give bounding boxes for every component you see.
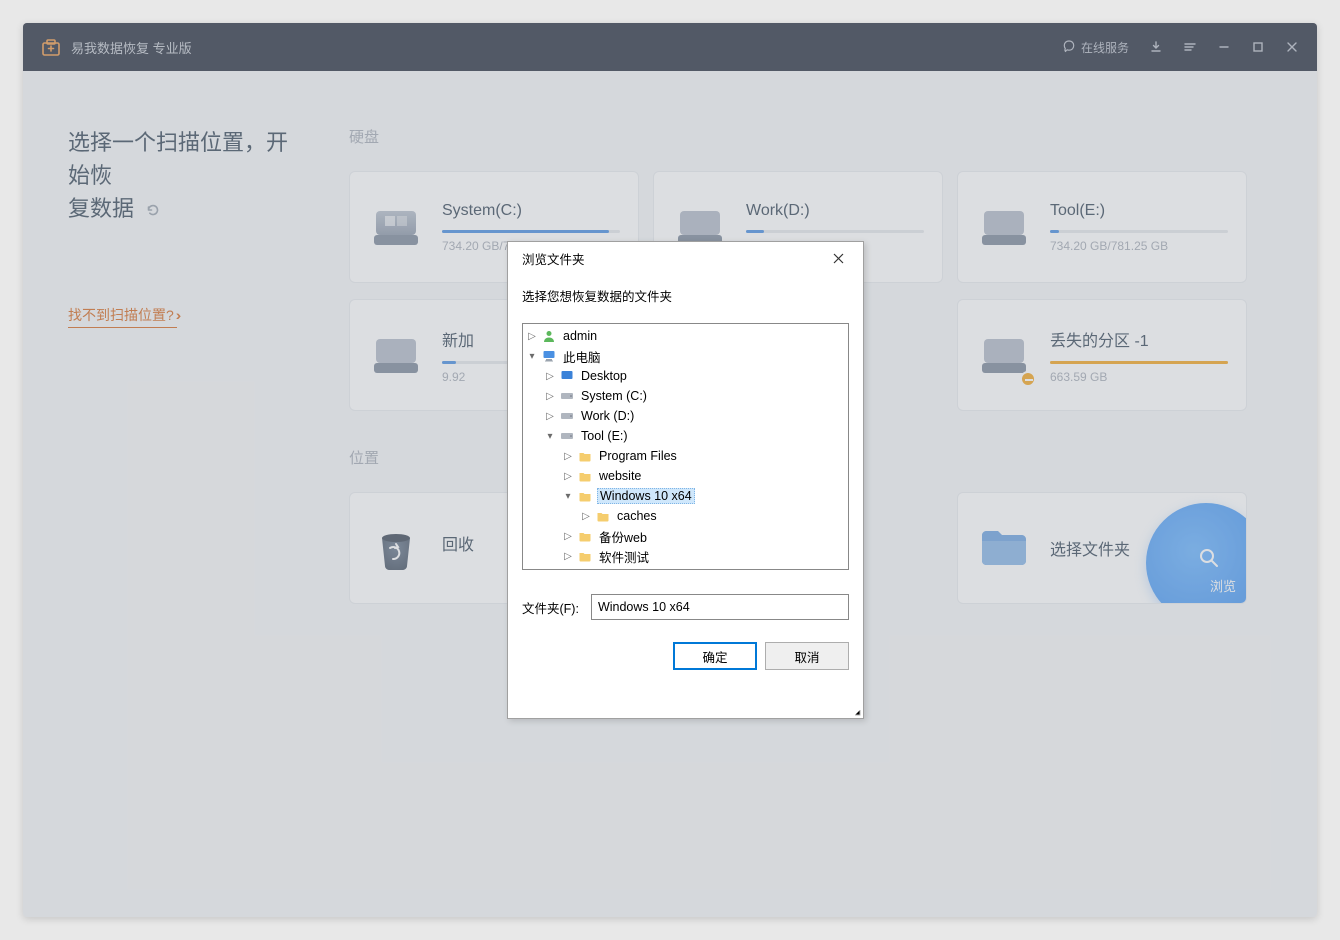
folder-path-input[interactable] [591,594,849,620]
tree-item-caches[interactable]: ▷ caches [523,506,848,526]
expand-icon[interactable]: ▷ [543,389,557,403]
dialog-title: 浏览文件夹 [522,249,585,268]
browse-folder-dialog: 浏览文件夹 选择您想恢复数据的文件夹 ▷ admin ▾ 此电脑 [507,241,864,719]
user-icon [541,328,557,344]
tree-item-admin[interactable]: ▷ admin [523,326,848,346]
folder-tree-scroll[interactable]: ▷ admin ▾ 此电脑 ▷ Desktop [523,324,848,569]
dialog-close-button[interactable] [821,246,855,270]
cancel-button[interactable]: 取消 [765,642,849,670]
dialog-button-row: 确定 取消 [522,642,849,670]
drive-small-icon [559,428,575,444]
tree-item-work-d[interactable]: ▷ Work (D:) [523,406,848,426]
dialog-subtitle: 选择您想恢复数据的文件夹 [508,274,863,323]
collapse-icon[interactable]: ▾ [561,489,575,503]
computer-icon [541,348,557,364]
tree-item-this-pc[interactable]: ▾ 此电脑 [523,346,848,366]
tree-item-backup-web[interactable]: ▷ 备份web [523,526,848,546]
resize-grip-icon[interactable] [849,704,861,716]
folder-small-icon [577,468,593,484]
folder-path-row: 文件夹(F): [522,594,849,620]
collapse-icon[interactable]: ▾ [543,429,557,443]
app-window: 易我数据恢复 专业版 在线服务 选择一个扫描位置，开始恢 复数据 找不到扫描 [23,23,1317,917]
expand-icon[interactable]: ▷ [561,549,575,563]
expand-icon[interactable]: ▷ [525,329,539,343]
tree-item-desktop[interactable]: ▷ Desktop [523,366,848,386]
tree-item-soft-test[interactable]: ▷ 软件测试 [523,546,848,566]
drive-small-icon [559,388,575,404]
tree-item-system-c[interactable]: ▷ System (C:) [523,386,848,406]
folder-small-icon [595,508,611,524]
collapse-icon[interactable]: ▾ [525,349,539,363]
expand-icon[interactable]: ▷ [579,509,593,523]
ok-button[interactable]: 确定 [673,642,757,670]
folder-small-icon [577,528,593,544]
tree-item-website[interactable]: ▷ website [523,466,848,486]
desktop-icon [559,368,575,384]
tree-item-program-files[interactable]: ▷ Program Files [523,446,848,466]
tree-item-tool-e[interactable]: ▾ Tool (E:) [523,426,848,446]
folder-tree: ▷ admin ▾ 此电脑 ▷ Desktop [522,323,849,570]
expand-icon[interactable]: ▷ [561,529,575,543]
expand-icon[interactable]: ▷ [561,449,575,463]
expand-icon[interactable]: ▷ [561,469,575,483]
expand-icon[interactable]: ▷ [543,369,557,383]
folder-small-icon [577,568,593,569]
tree-item-my-backup[interactable]: 我的备份文件 [523,566,848,569]
dialog-header: 浏览文件夹 [508,242,863,274]
folder-label: 文件夹(F): [522,598,579,617]
tree-item-windows10-selected[interactable]: ▾ Windows 10 x64 [523,486,848,506]
folder-small-icon [577,488,593,504]
drive-small-icon [559,408,575,424]
folder-small-icon [577,448,593,464]
folder-small-icon [577,548,593,564]
expand-icon[interactable]: ▷ [543,409,557,423]
